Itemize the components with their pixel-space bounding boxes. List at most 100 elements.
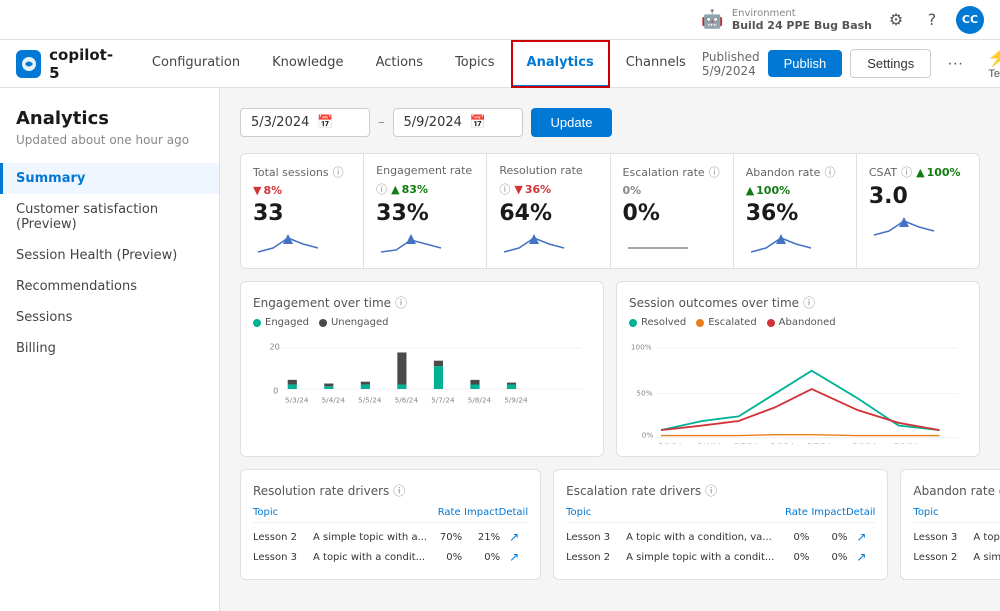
legend-dot-abandoned <box>767 319 775 327</box>
table-card-resolution-rate-drivers: Resolution rate drivers ⓘ Topic Rate Imp… <box>240 469 541 580</box>
svg-text:5/3/24: 5/3/24 <box>285 396 309 405</box>
svg-text:5/6/24: 5/6/24 <box>395 396 419 405</box>
table-row-abandon-0: Lesson 3 A topic with a condition, vari.… <box>913 527 1000 547</box>
metric-info-total-sessions[interactable]: ⓘ <box>333 164 344 180</box>
sidebar-item-summary[interactable]: Summary <box>0 163 219 194</box>
metric-change-escalation-rate: 0% <box>623 184 642 197</box>
update-button[interactable]: Update <box>531 108 613 137</box>
test-label: Test <box>988 68 1000 80</box>
metric-label-escalation-rate: Escalation rate <box>623 166 705 179</box>
metric-change-engagement-rate: ▲ 83% <box>391 183 428 196</box>
table-info-resolution[interactable]: ⓘ <box>393 482 405 499</box>
nav-item-actions[interactable]: Actions <box>360 40 440 88</box>
metric-label-resolution-rate: Resolution rate <box>499 164 582 177</box>
brand-name: copilot-5 <box>49 46 116 82</box>
chart-info-engagement[interactable]: ⓘ <box>395 294 407 311</box>
avatar[interactable]: CC <box>956 6 984 34</box>
metric-change-csat: ▲ 100% <box>916 166 960 179</box>
svg-text:50%: 50% <box>636 388 652 397</box>
settings-button[interactable]: Settings <box>850 49 931 78</box>
table-row-escalation-1: Lesson 2 A simple topic with a condit...… <box>566 547 875 567</box>
sparkline-abandon-rate <box>746 230 844 258</box>
sidebar-item-recommendations[interactable]: Recommendations <box>0 271 219 302</box>
svg-text:5/8/24: 5/8/24 <box>468 396 492 405</box>
table-row-resolution-1: Lesson 3 A topic with a condit... 0% 0% … <box>253 547 528 567</box>
table-header-resolution: Topic Rate Impact Detail <box>253 507 528 523</box>
col-header-desc-res <box>313 507 426 518</box>
engagement-chart-svg: 20 0 <box>253 334 591 444</box>
arrow-down-icon-res: ▼ <box>514 183 522 196</box>
sidebar-item-session-health[interactable]: Session Health (Preview) <box>0 240 219 271</box>
more-button[interactable]: ··· <box>939 51 971 77</box>
nav-brand: copilot-5 <box>16 46 116 82</box>
table-info-escalation[interactable]: ⓘ <box>705 482 717 499</box>
svg-text:5/5/24: 5/5/24 <box>358 396 382 405</box>
main-layout: Analytics Updated about one hour ago Sum… <box>0 88 1000 611</box>
nav-item-knowledge[interactable]: Knowledge <box>256 40 359 88</box>
sidebar-item-billing[interactable]: Billing <box>0 333 219 364</box>
table-header-escalation: Topic Rate Impact Detail <box>566 507 875 523</box>
test-button[interactable]: ⚡ Test <box>979 43 1000 84</box>
table-card-abandon-rate-drivers: Abandon rate drivers ⓘ Topic Rate Impact… <box>900 469 1000 580</box>
metrics-row: Total sessions ⓘ ▼ 8% 33 <box>240 153 980 269</box>
metric-info-escalation-rate[interactable]: ⓘ <box>709 164 720 180</box>
date-from-value: 5/3/2024 <box>251 115 309 130</box>
table-card-escalation-rate-drivers: Escalation rate drivers ⓘ Topic Rate Imp… <box>553 469 888 580</box>
sidebar-subtitle: Updated about one hour ago <box>0 133 219 163</box>
metric-card-csat: CSAT ⓘ ▲ 100% 3.0 <box>857 154 979 268</box>
metric-card-engagement-rate: Engagement rate ⓘ ▲ 83% 33% <box>364 154 487 268</box>
nav-item-analytics[interactable]: Analytics <box>511 40 610 88</box>
environment-name: Build 24 PPE Bug Bash <box>732 19 872 32</box>
svg-text:5/9/24: 5/9/24 <box>504 396 528 405</box>
sidebar-item-sessions[interactable]: Sessions <box>0 302 219 333</box>
table-row-resolution-0: Lesson 2 A simple topic with a... 70% 21… <box>253 527 528 547</box>
detail-link-res-0[interactable]: ↗ <box>500 530 528 544</box>
legend-abandoned: Abandoned <box>767 317 836 328</box>
metric-header-total-sessions: Total sessions ⓘ ▼ 8% <box>253 164 351 197</box>
detail-link-esc-0[interactable]: ↗ <box>847 530 875 544</box>
chart-card-session-outcomes: Session outcomes over time ⓘ Resolved Es… <box>616 281 980 457</box>
table-title-escalation: Escalation rate drivers ⓘ <box>566 482 875 499</box>
nav-item-channels[interactable]: Channels <box>610 40 702 88</box>
nav-item-configuration[interactable]: Configuration <box>136 40 256 88</box>
metric-value-total-sessions: 33 <box>253 201 351 226</box>
date-to-input[interactable]: 5/9/2024 📅 <box>393 108 523 137</box>
svg-text:0: 0 <box>273 386 278 396</box>
publish-button[interactable]: Publish <box>768 50 843 77</box>
metric-card-abandon-rate: Abandon rate ⓘ ▲ 100% 36% <box>734 154 857 268</box>
calendar-icon-to: 📅 <box>470 115 486 130</box>
col-header-topic-res: Topic <box>253 507 313 518</box>
settings-icon[interactable]: ⚙ <box>884 8 908 32</box>
nav-item-topics[interactable]: Topics <box>439 40 510 88</box>
sidebar-item-customer-satisfaction[interactable]: Customer satisfaction (Preview) <box>0 194 219 240</box>
sparkline-resolution-rate <box>499 230 597 258</box>
svg-text:5/6/24: 5/6/24 <box>771 441 795 444</box>
chart-info-session-outcomes[interactable]: ⓘ <box>803 294 815 311</box>
col-header-impact-res: Impact <box>461 507 499 518</box>
metric-info-abandon-rate[interactable]: ⓘ <box>824 164 835 180</box>
date-from-input[interactable]: 5/3/2024 📅 <box>240 108 370 137</box>
svg-text:20: 20 <box>269 342 279 352</box>
top-bar: 🤖 Environment Build 24 PPE Bug Bash ⚙ ? … <box>0 0 1000 40</box>
metric-info-resolution-rate[interactable]: ⓘ <box>499 181 510 197</box>
svg-text:0%: 0% <box>642 430 654 439</box>
environment-info: 🤖 Environment Build 24 PPE Bug Bash <box>701 8 872 32</box>
table-row-escalation-0: Lesson 3 A topic with a condition, va...… <box>566 527 875 547</box>
published-date: Published 5/9/2024 <box>702 50 760 78</box>
legend-unengaged: Unengaged <box>319 317 388 328</box>
sparkline-total-sessions <box>253 230 351 258</box>
metric-info-csat[interactable]: ⓘ <box>901 164 912 180</box>
metric-info-engagement-rate[interactable]: ⓘ <box>376 181 387 197</box>
legend-engaged: Engaged <box>253 317 309 328</box>
detail-link-esc-1[interactable]: ↗ <box>847 550 875 564</box>
brand-icon <box>16 50 41 78</box>
detail-link-res-1[interactable]: ↗ <box>500 550 528 564</box>
metric-value-resolution-rate: 64% <box>499 201 597 226</box>
help-icon[interactable]: ? <box>920 8 944 32</box>
arrow-up-icon: ▲ <box>391 183 399 196</box>
svg-text:5/8/24: 5/8/24 <box>853 441 877 444</box>
col-header-topic-ab: Topic <box>913 507 973 518</box>
filter-row: 5/3/2024 📅 – 5/9/2024 📅 Update <box>240 108 980 137</box>
metric-label-total-sessions: Total sessions <box>253 166 329 179</box>
legend-dot-resolved <box>629 319 637 327</box>
